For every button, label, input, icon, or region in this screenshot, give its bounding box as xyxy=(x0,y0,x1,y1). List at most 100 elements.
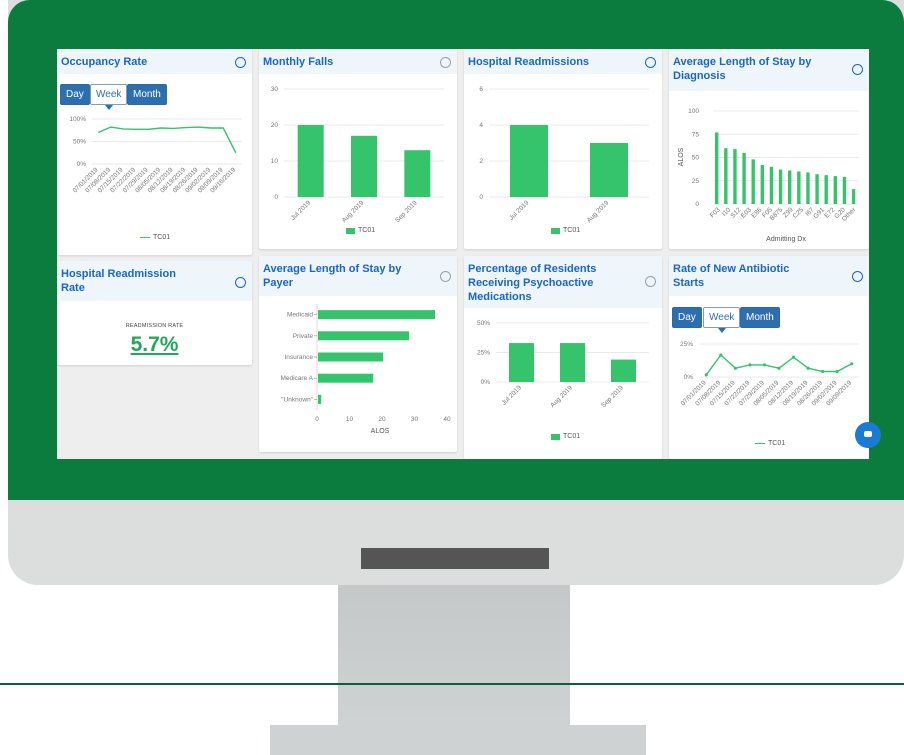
hospital-readmissions-card: Hospital Readmissions 0 2 4 6 Jul 2019 Aug 20… xyxy=(464,49,662,249)
hospital-readmissions-chart: 0 2 4 6 Jul 2019 Aug 2019 xyxy=(479,86,649,224)
monthly-falls-card: Monthly Falls 0 10 20 30 Jul 2019 Aug 2019 Sep… xyxy=(259,49,457,249)
gear-icon[interactable] xyxy=(235,57,246,68)
x-tick-label: 20 xyxy=(378,416,386,423)
x-tick-label: Sep 2019 xyxy=(600,384,625,409)
y-tick-label: 0 xyxy=(479,194,483,201)
month-button[interactable]: Month xyxy=(740,307,780,328)
x-tick-label: 40 xyxy=(443,416,451,423)
y-tick-label: Private xyxy=(293,333,314,340)
y-tick-label: 0% xyxy=(684,374,694,381)
monitor-stand-base xyxy=(270,725,646,755)
x-tick-label: Jul 2019 xyxy=(501,384,524,407)
week-button[interactable]: Week xyxy=(703,307,741,333)
legend-swatch xyxy=(551,227,560,234)
bar xyxy=(611,359,636,382)
alos-payer-chart: 0 10 20 30 40 Medicaid Private Insurance Medicar… xyxy=(280,304,451,435)
bar xyxy=(769,166,774,204)
legend-swatch xyxy=(346,227,355,234)
week-button[interactable]: Week xyxy=(90,84,128,110)
data-point xyxy=(719,353,723,357)
gear-icon[interactable] xyxy=(440,271,451,282)
y-tick-label: 10 xyxy=(271,158,279,165)
gear-icon[interactable] xyxy=(645,276,656,287)
y-tick-label: 50% xyxy=(477,320,490,327)
dashboard-screen: Occupancy Rate Day Week Month 0% 50% 100% 0… xyxy=(57,49,869,459)
bar xyxy=(842,177,847,204)
y-tick-label: 6 xyxy=(479,86,483,93)
legend-swatch xyxy=(755,442,765,445)
bar xyxy=(760,164,765,204)
bar xyxy=(824,175,828,204)
day-button[interactable]: Day xyxy=(672,307,702,328)
day-button[interactable]: Day xyxy=(60,84,90,105)
chat-icon[interactable] xyxy=(855,422,881,448)
legend-label: TC01 xyxy=(563,433,581,440)
chart-legend: TC01 xyxy=(346,227,375,234)
data-point xyxy=(704,373,708,377)
legend-label: TC01 xyxy=(563,227,581,234)
monitor-stand-neck xyxy=(338,585,570,725)
card-header: Average Length of Stay by Diagnosis xyxy=(669,49,869,91)
card-title: Average Length of Stay by Payer xyxy=(263,263,402,289)
gear-icon[interactable] xyxy=(852,271,863,282)
bar xyxy=(318,331,409,341)
data-point xyxy=(791,355,796,359)
y-tick-label: 0% xyxy=(481,379,491,386)
legend-swatch xyxy=(140,236,150,239)
bar xyxy=(751,159,755,204)
card-header: Percentage of Residents Receiving Psycho… xyxy=(464,256,662,308)
bar xyxy=(318,394,322,404)
bar xyxy=(509,343,534,382)
occupancy-rate-card: Occupancy Rate Day Week Month 0% 50% 100% 0… xyxy=(57,49,252,255)
alos-payer-card: Average Length of Stay by Payer 0 10 20 30 4… xyxy=(259,256,457,452)
bar xyxy=(806,172,810,204)
y-tick-label: 100% xyxy=(69,116,86,123)
alos-diagnosis-card: Average Length of Stay by Diagnosis 0 25 5… xyxy=(669,49,869,249)
bar xyxy=(724,148,728,204)
bar xyxy=(404,150,431,197)
chart-legend: TC01 xyxy=(140,234,170,241)
card-header: Average Length of Stay by Payer xyxy=(259,256,457,296)
readmission-rate-value[interactable]: 5.7% xyxy=(57,333,252,357)
monitor-illustration: Occupancy Rate Day Week Month 0% 50% 100% 0… xyxy=(0,0,904,755)
series-line xyxy=(705,353,853,376)
series-line xyxy=(97,126,237,154)
psychoactive-card: Percentage of Residents Receiving Psycho… xyxy=(464,256,662,459)
x-tick-label: Aug 2019 xyxy=(549,384,574,409)
gear-icon[interactable] xyxy=(235,277,246,288)
legend-label: TC01 xyxy=(153,234,171,241)
y-tick-label: 0% xyxy=(77,161,87,168)
x-tick-label: Sep 2019 xyxy=(394,199,419,224)
x-tick-label: Jul 2019 xyxy=(508,199,531,222)
y-tick-label: 4 xyxy=(479,122,483,129)
chart-legend: TC01 xyxy=(551,433,580,440)
card-header: Rate of New Antibiotic Starts xyxy=(669,256,869,296)
monitor-logo-bar xyxy=(361,548,549,569)
card-title: Occupancy Rate xyxy=(61,56,148,68)
bar xyxy=(788,170,792,204)
readmission-rate-label: READMISSION RATE xyxy=(125,323,184,329)
x-tick-label: 30 xyxy=(411,416,419,423)
x-tick-label: 0 xyxy=(315,416,319,423)
bar xyxy=(815,174,819,204)
x-tick-label: Jul 2019 xyxy=(290,199,313,222)
bar xyxy=(733,149,737,204)
y-tick-label: 50% xyxy=(73,139,86,146)
month-button[interactable]: Month xyxy=(127,84,167,105)
card-header: Monthly Falls xyxy=(259,49,457,74)
bar xyxy=(715,132,719,204)
legend-label: TC01 xyxy=(358,227,376,234)
gear-icon[interactable] xyxy=(440,57,451,68)
antibiotic-card: Rate of New Antibiotic Starts Day Week M… xyxy=(669,256,869,459)
card-title: Hospital Readmissions xyxy=(468,56,590,68)
data-point xyxy=(777,366,781,370)
gear-icon[interactable] xyxy=(645,57,656,68)
chart-legend: TC01 xyxy=(551,227,580,234)
gear-icon[interactable] xyxy=(852,64,863,75)
bar xyxy=(318,352,383,362)
y-tick-label: 100 xyxy=(688,108,699,115)
bar xyxy=(560,343,585,382)
legend-label: TC01 xyxy=(768,440,786,447)
data-point xyxy=(850,362,854,366)
data-point xyxy=(762,363,767,367)
